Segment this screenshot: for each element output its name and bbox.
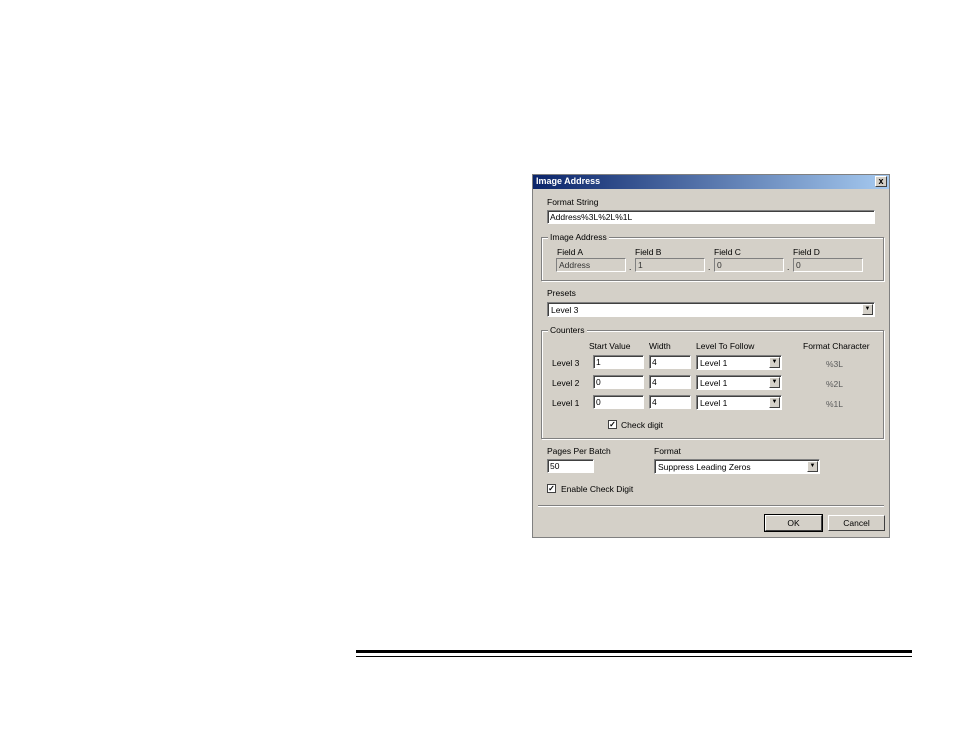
format-dropdown[interactable]: Suppress Leading Zeros ▼ xyxy=(654,459,820,474)
chevron-down-icon[interactable]: ▼ xyxy=(769,357,780,368)
page-rule-thick xyxy=(356,650,912,653)
cancel-button[interactable]: Cancel xyxy=(828,515,885,531)
format-string-input[interactable]: Address%3L%2L%1L xyxy=(547,210,875,224)
counters-group: Counters Start Value Width Level To Foll… xyxy=(541,325,884,439)
close-icon[interactable]: x xyxy=(875,176,887,187)
counter-row-level: Level 1 xyxy=(552,398,580,408)
field-a-label: Field A xyxy=(557,247,583,257)
field-d-value: 0 xyxy=(793,258,863,272)
separator-2: . xyxy=(708,262,711,272)
field-c-label: Field C xyxy=(714,247,741,257)
dialog-title: Image Address xyxy=(536,176,601,186)
level-to-follow-header: Level To Follow xyxy=(696,341,755,351)
check-digit-checkbox[interactable]: ✓ xyxy=(608,420,617,429)
format-string-label: Format String xyxy=(547,197,599,207)
format-character-value: %1L xyxy=(826,399,844,409)
width-input[interactable]: 4 xyxy=(649,375,691,389)
enable-check-digit-checkbox[interactable]: ✓ xyxy=(547,484,556,493)
format-label: Format xyxy=(654,446,681,456)
counter-row-level: Level 2 xyxy=(552,378,580,388)
title-bar[interactable]: Image Address x xyxy=(533,175,889,189)
chevron-down-icon[interactable]: ▼ xyxy=(862,304,873,315)
image-address-group: Image Address Field A Address . Field B … xyxy=(541,232,884,281)
chevron-down-icon[interactable]: ▼ xyxy=(769,397,780,408)
field-d-label: Field D xyxy=(793,247,820,257)
level-to-follow-value: Level 1 xyxy=(700,358,728,368)
level-to-follow-value: Level 1 xyxy=(700,398,728,408)
presets-label: Presets xyxy=(547,288,576,298)
chevron-down-icon[interactable]: ▼ xyxy=(769,377,780,388)
field-b-label: Field B xyxy=(635,247,662,257)
counters-group-label: Counters xyxy=(548,325,587,335)
page-rule-thin xyxy=(356,656,912,657)
width-input[interactable]: 4 xyxy=(649,395,691,409)
start-value-input[interactable]: 0 xyxy=(593,375,644,389)
level-to-follow-dropdown[interactable]: Level 1 ▼ xyxy=(696,395,782,410)
pages-per-batch-label: Pages Per Batch xyxy=(547,446,611,456)
format-character-header: Format Character xyxy=(803,341,870,351)
ok-button[interactable]: OK xyxy=(764,514,823,532)
presets-value: Level 3 xyxy=(551,305,579,315)
field-a-value: Address xyxy=(556,258,626,272)
field-b-value: 1 xyxy=(635,258,705,272)
format-character-value: %3L xyxy=(826,359,844,369)
start-value-input[interactable]: 1 xyxy=(593,355,644,369)
pages-per-batch-input[interactable]: 50 xyxy=(547,459,594,473)
start-value-header: Start Value xyxy=(589,341,631,351)
enable-check-digit-label: Enable Check Digit xyxy=(561,484,634,494)
counter-row-level: Level 3 xyxy=(552,358,580,368)
width-input[interactable]: 4 xyxy=(649,355,691,369)
level-to-follow-value: Level 1 xyxy=(700,378,728,388)
separator-1: . xyxy=(629,262,632,272)
presets-dropdown[interactable]: Level 3 ▼ xyxy=(547,302,875,317)
image-address-group-label: Image Address xyxy=(548,232,609,242)
separator-3: . xyxy=(787,262,790,272)
start-value-input[interactable]: 0 xyxy=(593,395,644,409)
width-header: Width xyxy=(649,341,671,351)
check-digit-label: Check digit xyxy=(621,420,664,430)
button-separator xyxy=(538,505,884,507)
format-value: Suppress Leading Zeros xyxy=(658,462,751,472)
image-address-dialog: Image Address x Format String Address%3L… xyxy=(532,174,890,538)
chevron-down-icon[interactable]: ▼ xyxy=(807,461,818,472)
level-to-follow-dropdown[interactable]: Level 1 ▼ xyxy=(696,375,782,390)
field-c-value: 0 xyxy=(714,258,784,272)
level-to-follow-dropdown[interactable]: Level 1 ▼ xyxy=(696,355,782,370)
format-character-value: %2L xyxy=(826,379,844,389)
